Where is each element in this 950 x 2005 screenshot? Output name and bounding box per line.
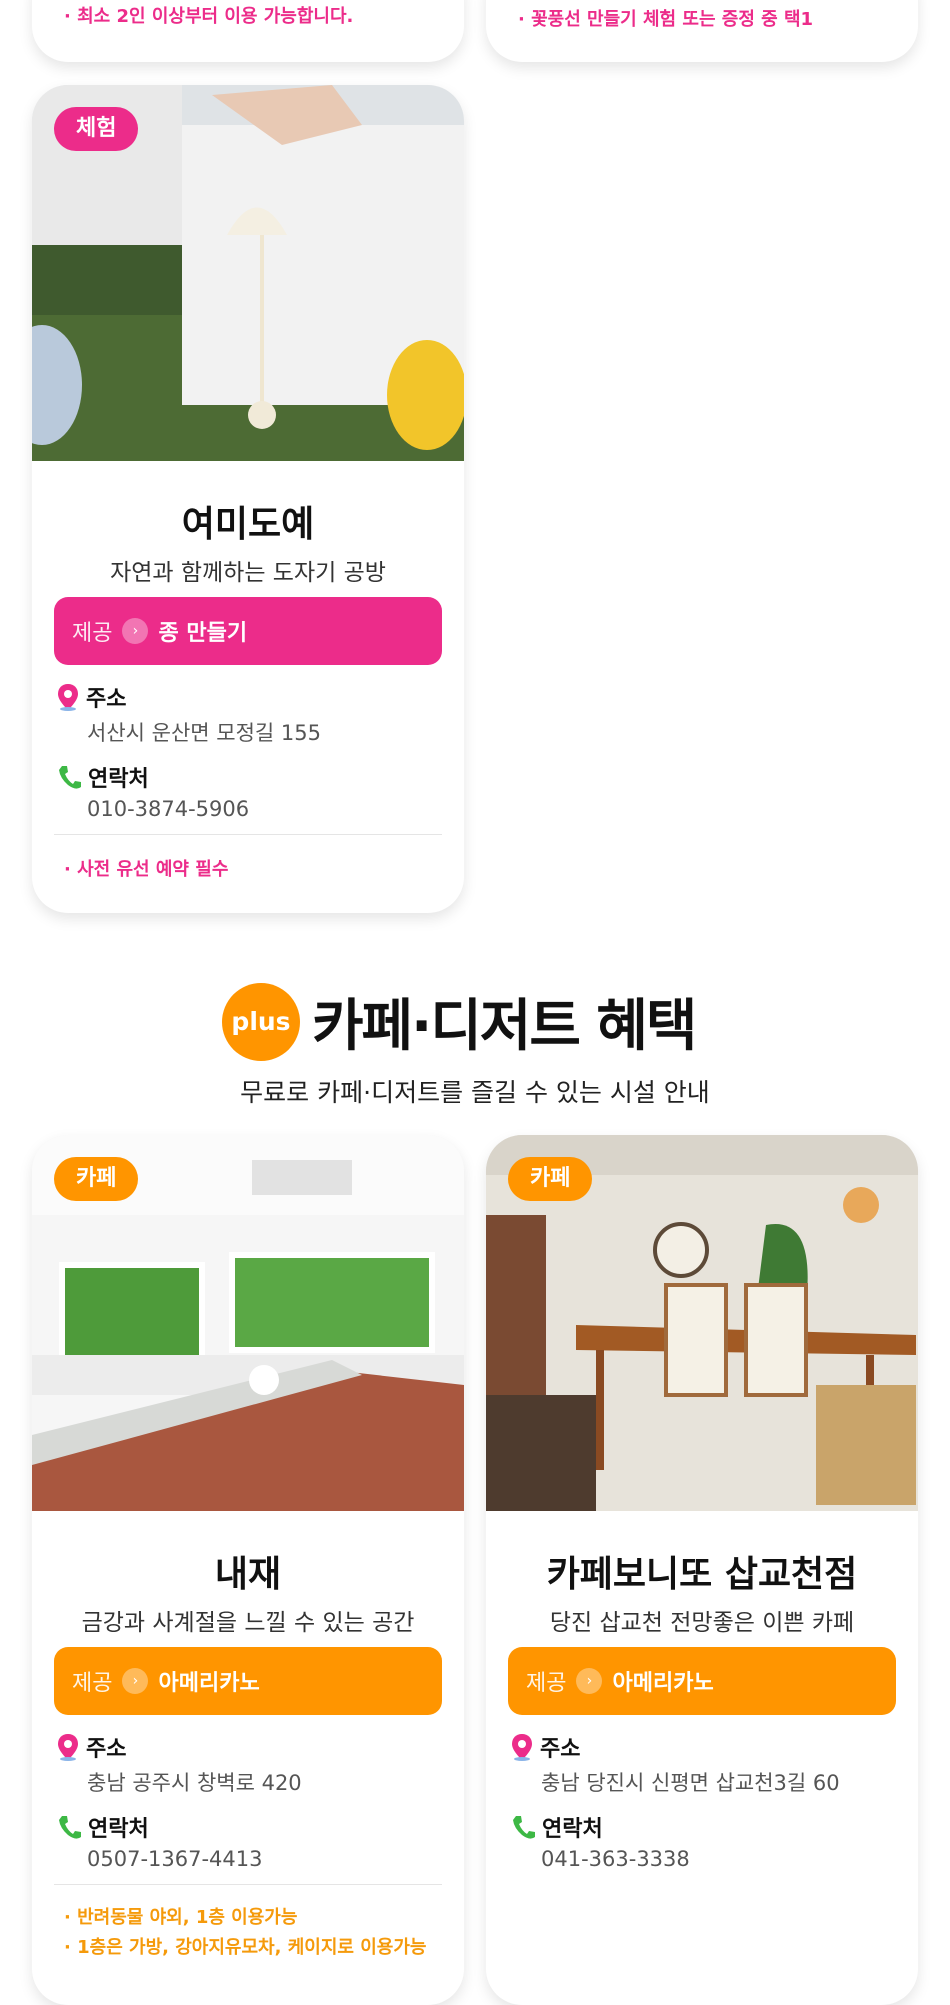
section-heading: 카페·디저트 혜택 (312, 994, 697, 1059)
cafe-badge: 카페 (54, 1157, 139, 1201)
contact-heading: 연락처 (510, 1811, 603, 1843)
chevron-right-icon: › (122, 1668, 149, 1694)
contact-value[interactable]: 041-363-3338 (541, 1847, 690, 1871)
address-heading: 주소 (56, 681, 126, 713)
experience-card[interactable]: 체험 여미도예 자연과 함께하는 도자기 공방 제공 › 종 만들기 주소 서산… (32, 85, 464, 913)
top-note-right: · 꽃풍선 만들기 체험 또는 증정 중 택1 (518, 9, 814, 30)
top-card-left: · 최소 2인 이상부터 이용 가능합니다. (32, 0, 464, 62)
address-value: 충남 공주시 창벽로 420 (87, 1771, 302, 1795)
section-subheading: 무료로 카페·디저트를 즐길 수 있는 시설 안내 (240, 1078, 710, 1107)
offer-label: 제공 (72, 621, 113, 646)
address-label: 주소 (86, 687, 127, 712)
location-pin-icon (58, 1734, 78, 1761)
contact-label: 연락처 (88, 1817, 149, 1842)
offer-label: 제공 (526, 1671, 567, 1696)
offer-value: 아메리카노 (612, 1671, 714, 1696)
offer-value: 종 만들기 (158, 621, 248, 646)
address-value: 충남 당진시 신평면 삽교천3길 60 (541, 1771, 840, 1795)
address-value: 서산시 운산면 모정길 155 (87, 721, 321, 745)
cafe-card-naejae[interactable]: 카페 내재 금강과 사계절을 느낄 수 있는 공간 제공 › 아메리카노 주소 … (32, 1135, 464, 2005)
location-pin-icon (58, 684, 78, 711)
contact-label: 연락처 (88, 767, 149, 792)
chevron-right-icon: › (122, 618, 149, 644)
address-heading: 주소 (510, 1731, 580, 1763)
offer-label: 제공 (72, 1671, 113, 1696)
address-label: 주소 (86, 1737, 127, 1762)
cafe-subtitle: 금강과 사계절을 느낄 수 있는 공간 (81, 1610, 415, 1636)
experience-note: · 사전 유선 예약 필수 (64, 859, 229, 880)
experience-badge: 체험 (54, 107, 139, 151)
contact-value[interactable]: 0507-1367-4413 (87, 1847, 263, 1871)
cafe-offer[interactable]: 제공 › 아메리카노 (54, 1647, 442, 1715)
phone-icon (59, 766, 81, 789)
location-pin-icon (512, 1734, 532, 1761)
cafe-title: 카페보니또 삽교천점 (546, 1554, 858, 1595)
phone-icon (513, 1816, 535, 1839)
address-heading: 주소 (56, 1731, 126, 1763)
section-header: plus 카페·디저트 혜택 무료로 카페·디저트를 즐길 수 있는 시설 안내 (0, 975, 950, 1125)
contact-label: 연락처 (542, 1817, 603, 1842)
offer-value: 아메리카노 (158, 1671, 260, 1696)
phone-icon (59, 1816, 81, 1839)
experience-offer[interactable]: 제공 › 종 만들기 (54, 597, 442, 665)
chevron-right-icon: › (576, 1668, 603, 1694)
cafe-subtitle: 당진 삽교천 전망좋은 이쁜 카페 (549, 1610, 855, 1636)
cafe-title: 내재 (214, 1554, 282, 1595)
cafe-note-2: · 1층은 가방, 강아지유모차, 케이지로 이용가능 (64, 1937, 427, 1958)
plus-badge: plus (222, 983, 300, 1061)
cafe-card-bonito[interactable]: 카페 카페보니또 삽교천점 당진 삽교천 전망좋은 이쁜 카페 제공 › 아메리… (486, 1135, 918, 2005)
top-card-right: · 꽃풍선 만들기 체험 또는 증정 중 택1 (486, 0, 918, 62)
contact-heading: 연락처 (56, 761, 149, 793)
contact-value[interactable]: 010-3874-5906 (87, 797, 249, 821)
cafe-note-1: · 반려동물 야외, 1층 이용가능 (64, 1907, 298, 1928)
address-label: 주소 (540, 1737, 581, 1762)
contact-heading: 연락처 (56, 1811, 149, 1843)
cafe-offer[interactable]: 제공 › 아메리카노 (508, 1647, 896, 1715)
top-note-left: · 최소 2인 이상부터 이용 가능합니다. (64, 6, 354, 27)
divider (54, 834, 442, 835)
divider (54, 1884, 442, 1885)
cafe-badge: 카페 (508, 1157, 593, 1201)
experience-subtitle: 자연과 함께하는 도자기 공방 (110, 560, 386, 586)
experience-title: 여미도예 (181, 504, 315, 545)
